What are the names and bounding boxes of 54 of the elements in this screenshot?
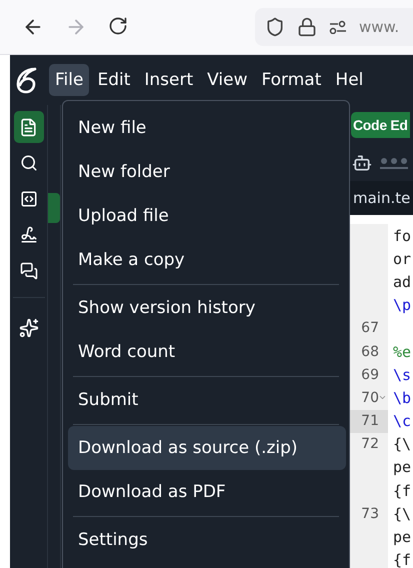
menu-option[interactable]: Submit <box>68 378 346 422</box>
menu-item[interactable]: View <box>201 64 254 96</box>
code-text: ad <box>392 272 412 291</box>
menu-option[interactable]: Download as source (.zip) <box>68 426 346 470</box>
menu-item[interactable]: Edit <box>91 64 136 96</box>
line-number: 73 <box>361 506 379 522</box>
more-icon[interactable] <box>380 157 408 169</box>
code-icon <box>20 190 38 208</box>
line-number: 68 <box>361 344 379 360</box>
menu-option[interactable]: New folder <box>68 150 346 194</box>
code-text: {f <box>392 482 412 500</box>
menu-option[interactable]: Word count <box>68 330 346 374</box>
code-text: \c <box>392 412 412 430</box>
code-text: \p <box>392 296 412 314</box>
menu-option[interactable]: Settings <box>68 518 346 562</box>
sparkle-icon <box>18 318 38 338</box>
permissions-icon <box>329 20 347 34</box>
code-text: \b <box>392 388 412 407</box>
menu-option[interactable]: Download as PDF <box>68 470 346 514</box>
menu-item[interactable]: File <box>49 64 90 96</box>
menu-option[interactable]: Upload file <box>68 194 346 238</box>
lock-icon <box>297 17 317 37</box>
robot-icon[interactable] <box>352 153 372 173</box>
code-text: %e <box>392 342 412 361</box>
line-number: 69 <box>361 366 379 383</box>
search-icon <box>20 154 38 172</box>
code-text: {f <box>392 551 412 568</box>
menu-item[interactable]: Insert <box>138 64 200 96</box>
shield-icon <box>265 17 285 37</box>
menu-item[interactable]: Format <box>255 64 328 96</box>
line-number: 72 <box>361 436 379 452</box>
address-bar[interactable]: www. <box>255 8 413 46</box>
code-editor-button[interactable]: Code Ed <box>351 112 410 138</box>
reload-icon[interactable] <box>108 16 128 36</box>
signature-icon <box>20 226 38 244</box>
code-text: pe <box>392 458 412 476</box>
code-text: or <box>392 250 412 268</box>
menu-option[interactable]: New file <box>68 106 346 150</box>
line-number: 67 <box>361 320 379 336</box>
chat-icon <box>20 262 38 280</box>
code-text: fo <box>392 226 412 245</box>
code-text: pe <box>392 528 412 546</box>
line-number: 71 <box>361 413 379 430</box>
code-text: \s <box>392 366 412 384</box>
code-text: {\ <box>392 504 412 523</box>
line-number: 70 <box>361 390 379 406</box>
url-text: www. <box>359 18 400 36</box>
menu-option[interactable]: Show version history <box>68 286 346 330</box>
document-icon <box>19 118 38 136</box>
menu-item[interactable]: Hel <box>329 64 370 96</box>
sidebar-button[interactable] <box>14 111 44 143</box>
leaf-logo-icon <box>15 66 39 94</box>
menu-option[interactable]: Make a copy <box>68 238 346 282</box>
code-text: {\ <box>392 435 412 454</box>
